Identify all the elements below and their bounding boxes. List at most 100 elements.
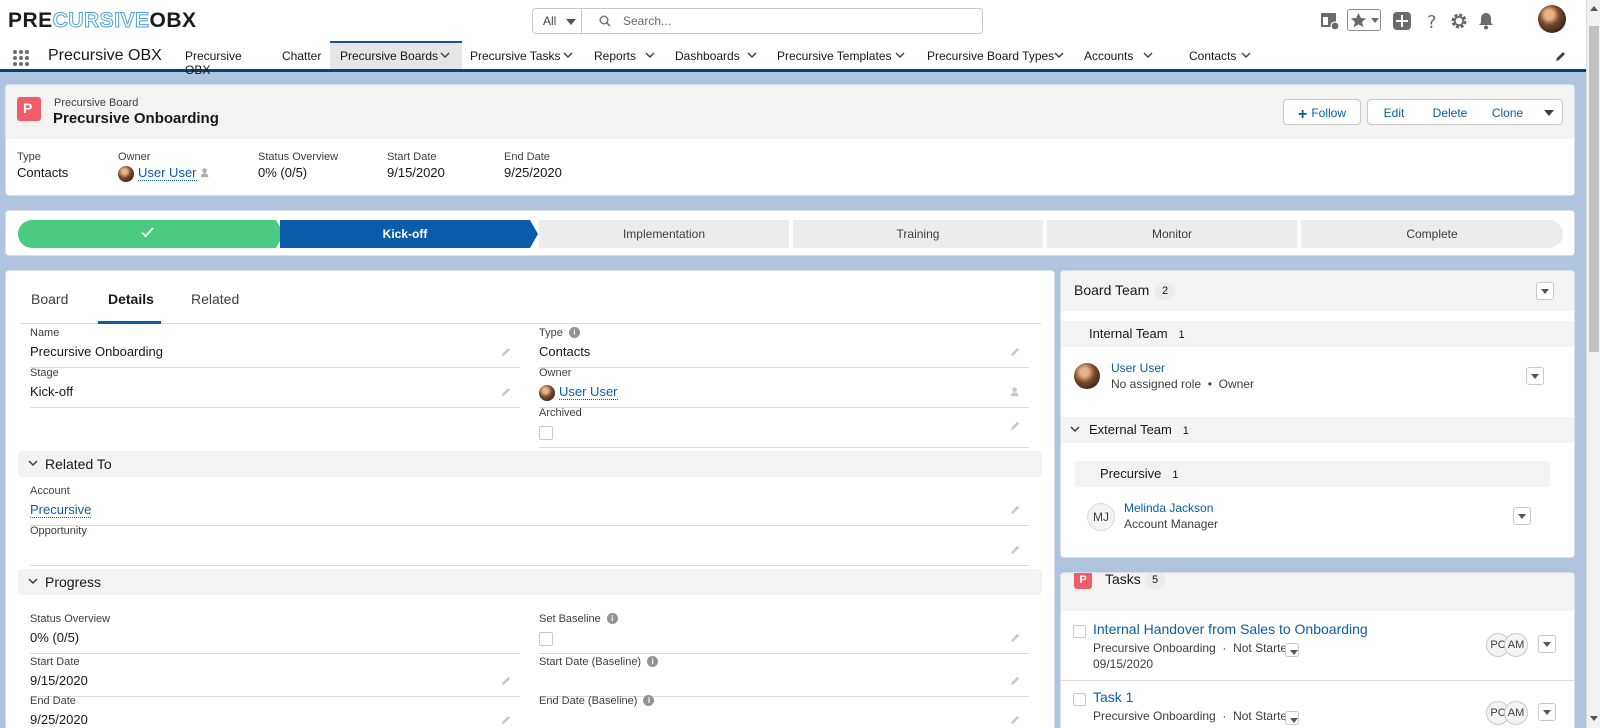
- owner-link[interactable]: User User: [138, 165, 197, 181]
- change-owner-icon[interactable]: [1010, 386, 1021, 397]
- chevron-down-icon[interactable]: [1241, 52, 1251, 59]
- app-launcher-icon[interactable]: [12, 49, 30, 67]
- section-progress[interactable]: Progress: [18, 569, 1042, 595]
- tab-related[interactable]: Related: [191, 291, 241, 324]
- board-team-menu-button[interactable]: [1536, 282, 1554, 300]
- path-step-implementation[interactable]: Implementation: [539, 220, 789, 248]
- task-checkbox[interactable]: [1073, 625, 1086, 638]
- follow-button[interactable]: + Follow: [1283, 99, 1361, 125]
- task-menu-button[interactable]: [1538, 635, 1556, 653]
- scrollbar-thumb[interactable]: [1589, 26, 1599, 352]
- gear-icon[interactable]: [1449, 11, 1469, 31]
- member-menu-button[interactable]: [1513, 507, 1531, 525]
- chevron-down-icon[interactable]: [1054, 52, 1064, 59]
- path-step-complete[interactable]: [18, 220, 276, 248]
- task-object-icon: P: [1074, 573, 1092, 589]
- task-row: Task 1 Precursive Onboarding · Not Start…: [1061, 687, 1574, 728]
- external-org-name: Precursive: [1100, 466, 1162, 481]
- notifications-bell-icon[interactable]: [1476, 11, 1496, 31]
- task-title-link[interactable]: Task 1: [1093, 689, 1133, 705]
- tab-details[interactable]: Details: [98, 291, 161, 324]
- edit-nav-pencil-icon[interactable]: [1555, 50, 1567, 62]
- section-related-to[interactable]: Related To: [18, 451, 1042, 477]
- tab-board[interactable]: Board: [31, 291, 71, 324]
- scroll-down-arrow[interactable]: [1590, 716, 1598, 721]
- help-icon[interactable]: ?: [1422, 11, 1442, 31]
- delete-button[interactable]: Delete: [1420, 99, 1481, 125]
- clone-button[interactable]: Clone: [1480, 99, 1536, 125]
- info-icon[interactable]: i: [606, 613, 618, 624]
- edit-pencil-icon[interactable]: [1010, 675, 1021, 686]
- nav-item-accounts[interactable]: Accounts: [1084, 41, 1180, 69]
- nav-item-precursive-obx[interactable]: Precursive OBX: [172, 41, 263, 77]
- nav-item-precursive-boards[interactable]: Precursive Boards: [330, 41, 462, 69]
- setup-assistant-icon[interactable]: [1320, 11, 1340, 31]
- info-icon[interactable]: i: [647, 656, 659, 667]
- edit-pencil-icon[interactable]: [501, 346, 512, 357]
- account-link[interactable]: Precursive: [30, 502, 92, 518]
- page-scrollbar[interactable]: [1586, 0, 1600, 728]
- nav-item-dashboards[interactable]: Dashboards: [675, 41, 771, 69]
- external-org-header: Precursive 1: [1075, 461, 1550, 487]
- path-step-kick-off[interactable]: Kick-off: [280, 220, 530, 248]
- edit-pencil-icon[interactable]: [1010, 420, 1021, 431]
- task-title-link[interactable]: Internal Handover from Sales to Onboardi…: [1093, 621, 1368, 637]
- task-status-dropdown[interactable]: [1285, 711, 1299, 725]
- scroll-up-arrow[interactable]: [1590, 6, 1598, 11]
- archived-checkbox[interactable]: [539, 426, 553, 440]
- svg-text:?: ?: [1427, 12, 1437, 31]
- change-owner-icon[interactable]: [200, 167, 211, 178]
- field-value: Precursive Onboarding: [30, 344, 163, 359]
- edit-pencil-icon[interactable]: [1010, 504, 1021, 515]
- nav-item-precursive-tasks[interactable]: Precursive Tasks: [470, 41, 588, 69]
- search-input[interactable]: [623, 12, 973, 30]
- assignee-avatar[interactable]: AM: [1504, 701, 1528, 725]
- member-name-link[interactable]: User User: [1111, 361, 1165, 375]
- edit-button[interactable]: Edit: [1367, 99, 1421, 125]
- task-status-dropdown[interactable]: [1285, 643, 1299, 657]
- set-baseline-checkbox[interactable]: [539, 632, 553, 646]
- search-scope-select[interactable]: All: [533, 9, 582, 33]
- more-actions-button[interactable]: [1535, 99, 1563, 125]
- chevron-down-icon[interactable]: [563, 52, 573, 59]
- chevron-down-icon[interactable]: [1143, 52, 1153, 59]
- task-checkbox[interactable]: [1073, 693, 1086, 706]
- nav-item-reports[interactable]: Reports: [594, 41, 664, 69]
- chevron-down-icon[interactable]: [440, 52, 450, 59]
- edit-pencil-icon[interactable]: [501, 675, 512, 686]
- member-name-link[interactable]: Melinda Jackson: [1124, 501, 1213, 515]
- path-step-complete-stage[interactable]: Complete: [1301, 220, 1563, 248]
- nav-item-contacts[interactable]: Contacts: [1189, 41, 1285, 69]
- edit-pencil-icon[interactable]: [1010, 544, 1021, 555]
- path-step-monitor[interactable]: Monitor: [1047, 220, 1297, 248]
- nav-item-chatter[interactable]: Chatter: [270, 41, 328, 69]
- chevron-down-icon[interactable]: [645, 52, 655, 59]
- assignee-avatar[interactable]: AM: [1504, 633, 1528, 657]
- edit-pencil-icon[interactable]: [501, 714, 512, 725]
- favorites-button[interactable]: [1347, 9, 1381, 31]
- app-name: Precursive OBX: [48, 47, 162, 64]
- external-team-title: External Team: [1089, 422, 1172, 437]
- external-team-header[interactable]: External Team 1: [1061, 417, 1574, 443]
- edit-pencil-icon[interactable]: [1010, 346, 1021, 357]
- info-icon[interactable]: i: [568, 327, 580, 338]
- edit-pencil-icon[interactable]: [501, 386, 512, 397]
- edit-pencil-icon[interactable]: [1010, 714, 1021, 725]
- task-menu-button[interactable]: [1538, 703, 1556, 721]
- app-logo[interactable]: PRECURSIVEOBX: [8, 9, 197, 33]
- nav-item-precursive-templates[interactable]: Precursive Templates: [777, 41, 927, 69]
- nav-item-precursive-board-types[interactable]: Precursive Board Types: [927, 41, 1085, 69]
- global-create-icon[interactable]: [1392, 11, 1412, 31]
- info-icon[interactable]: i: [643, 695, 655, 706]
- user-avatar[interactable]: [1538, 5, 1566, 33]
- path-chevron-separator: [528, 220, 538, 248]
- member-menu-button[interactable]: [1526, 367, 1544, 385]
- path-step-label: Training: [896, 227, 940, 241]
- search-icon: [599, 15, 611, 27]
- chevron-down-icon[interactable]: [747, 52, 757, 59]
- owner-link[interactable]: User User: [559, 384, 618, 400]
- field-value: Kick-off: [30, 384, 74, 399]
- chevron-down-icon[interactable]: [895, 52, 905, 59]
- path-step-training[interactable]: Training: [793, 220, 1043, 248]
- edit-pencil-icon[interactable]: [1010, 632, 1021, 643]
